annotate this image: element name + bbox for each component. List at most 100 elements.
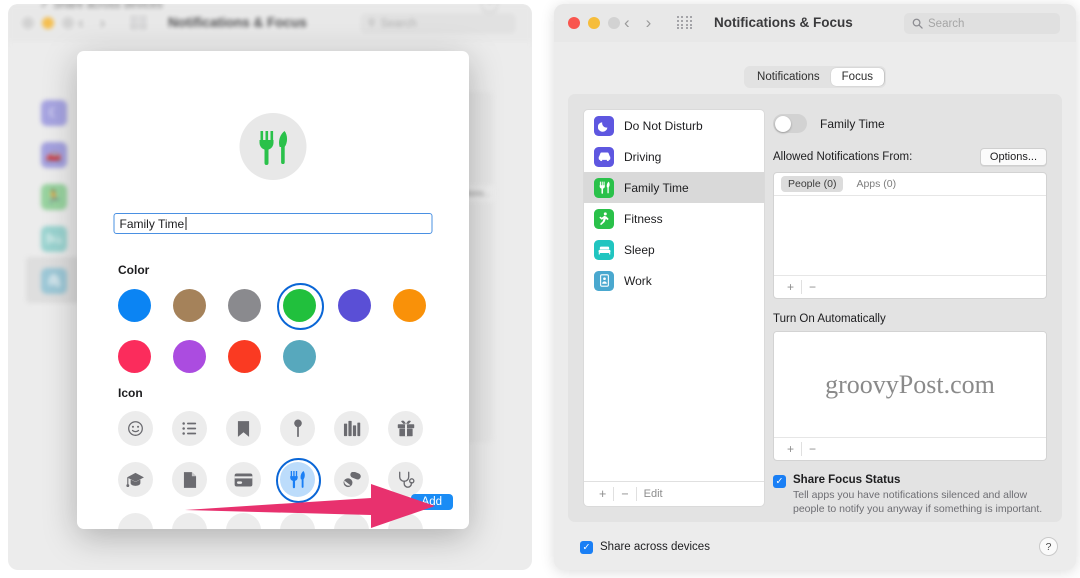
tab-focus[interactable]: Focus	[830, 68, 884, 86]
icon-grid-row-3	[118, 513, 423, 529]
share-focus-status-checkbox[interactable]: ✓	[773, 475, 786, 488]
focus-list-add-button[interactable]: +	[592, 487, 615, 501]
color-swatch-indigo[interactable]	[338, 289, 371, 322]
stethoscope-icon	[398, 471, 415, 488]
icon-option-pin[interactable]	[280, 411, 315, 446]
color-swatch-orange[interactable]	[393, 289, 426, 322]
focus-row-fitness[interactable]: Fitness	[584, 203, 764, 234]
allowed-tab-people[interactable]: People (0)	[781, 176, 844, 192]
moon-icon	[594, 115, 614, 136]
rail-item-fitness[interactable]: 🏃	[41, 184, 67, 210]
forward-icon[interactable]: ›	[646, 13, 652, 33]
icon-option-books[interactable]	[334, 411, 369, 446]
back-icon[interactable]: ‹	[624, 13, 630, 33]
focus-enable-toggle[interactable]	[773, 114, 807, 133]
auto-list-footer: + −	[774, 437, 1046, 460]
rail-item-do-not-disturb[interactable]: ☾	[41, 100, 67, 126]
segmented-tabs: Notifications Focus	[744, 66, 886, 88]
focus-detail-title: Family Time	[820, 116, 885, 131]
color-swatch-green[interactable]	[277, 283, 324, 330]
focus-row-family-time[interactable]: Family Time	[584, 172, 764, 203]
zoom-button[interactable]	[62, 17, 74, 29]
focus-row-label: Work	[624, 273, 652, 288]
close-button[interactable]	[22, 17, 34, 29]
icon-option-fork-knife[interactable]	[276, 458, 321, 503]
allowed-add-button[interactable]: +	[780, 280, 803, 294]
icon-option-document[interactable]	[172, 462, 207, 497]
color-swatch-brown[interactable]	[173, 289, 206, 322]
color-swatch-row-2	[118, 340, 316, 373]
forward-icon[interactable]: ›	[100, 13, 106, 33]
icon-option-graduation-cap[interactable]	[118, 462, 153, 497]
screenshot-stage: ‹ › Notifications & Focus ⚲ Search ☾ 🚗 🏃…	[0, 0, 1080, 578]
color-swatch-teal[interactable]	[283, 340, 316, 373]
icon-option-stethoscope[interactable]	[388, 462, 423, 497]
auto-add-button[interactable]: +	[780, 442, 803, 456]
color-swatch-purple[interactable]	[173, 340, 206, 373]
allowed-list-body[interactable]	[774, 196, 1046, 275]
rail-item-driving[interactable]: 🚗	[41, 142, 67, 168]
search-icon	[912, 18, 923, 29]
notifications-focus-window: ‹ › Notifications & Focus Search Notific…	[554, 4, 1076, 570]
share-across-devices-checkbox[interactable]: ✓	[580, 540, 593, 554]
icon-option-partial-2[interactable]	[172, 513, 207, 529]
color-swatch-pink[interactable]	[118, 340, 151, 373]
icon-option-bookmark[interactable]	[226, 411, 261, 446]
icon-option-smiley-face[interactable]	[118, 411, 153, 446]
minimize-button[interactable]	[42, 17, 54, 29]
id-card-icon	[594, 270, 614, 291]
left-search-field[interactable]: ⚲ Search	[360, 13, 516, 34]
icon-option-partial-4[interactable]	[280, 513, 315, 529]
focus-list-sidebar: Do Not Disturb Driving Family Time Fitne…	[583, 109, 765, 507]
focus-row-driving[interactable]: Driving	[584, 141, 764, 172]
focus-icon-preview	[239, 113, 307, 180]
allowed-list-footer: + −	[774, 275, 1046, 298]
color-swatch-gray[interactable]	[228, 289, 261, 322]
tab-notifications[interactable]: Notifications	[746, 68, 831, 86]
icon-option-partial-3[interactable]	[226, 513, 261, 529]
allowed-remove-button[interactable]: −	[802, 280, 823, 294]
fork-knife-icon	[594, 177, 614, 198]
left-focus-rail: ☾ 🚗 🏃 🛏 🖇	[34, 100, 74, 500]
focus-row-work[interactable]: Work	[584, 265, 764, 296]
rail-item-sleep[interactable]: 🛏	[41, 226, 67, 252]
right-search-field[interactable]: Search	[904, 13, 1060, 34]
focus-row-do-not-disturb[interactable]: Do Not Disturb	[584, 110, 764, 141]
right-window-traffic-lights	[568, 17, 620, 29]
icon-option-pills[interactable]	[334, 462, 369, 497]
zoom-button[interactable]	[608, 17, 620, 29]
icon-option-bullet-list[interactable]	[172, 411, 207, 446]
icon-option-credit-card[interactable]	[226, 462, 261, 497]
smiley-face-icon	[128, 421, 143, 436]
focus-list-remove-button[interactable]: −	[614, 487, 637, 501]
close-button[interactable]	[568, 17, 580, 29]
minimize-button[interactable]	[588, 17, 600, 29]
allowed-notifications-label: Allowed Notifications From:	[773, 151, 913, 163]
add-button[interactable]: Add	[410, 494, 453, 510]
show-all-grid-icon[interactable]	[677, 16, 693, 30]
color-swatch-red[interactable]	[228, 340, 261, 373]
text-caret	[185, 217, 187, 230]
icon-option-partial-6[interactable]	[388, 513, 423, 529]
window-footer: ✓ Share across devices ?	[580, 537, 1058, 556]
rail-item-work[interactable]: 🖇	[41, 268, 67, 294]
left-window-traffic-lights	[22, 17, 74, 29]
icon-option-partial-1[interactable]	[118, 513, 153, 529]
turn-on-automatically-label: Turn On Automatically	[773, 313, 886, 325]
background-preferences-window: ‹ › Notifications & Focus ⚲ Search ☾ 🚗 🏃…	[8, 4, 532, 570]
help-button[interactable]: ?	[1039, 537, 1058, 556]
back-icon[interactable]: ‹	[78, 13, 84, 33]
color-swatch-blue[interactable]	[118, 289, 151, 322]
icon-option-gift[interactable]	[388, 411, 423, 446]
show-all-grid-icon[interactable]	[131, 16, 147, 30]
allowed-tab-apps[interactable]: Apps (0)	[849, 176, 903, 192]
fork-knife-icon	[259, 130, 287, 165]
focus-list-edit-button[interactable]: Edit	[637, 487, 670, 501]
icon-option-partial-5[interactable]	[334, 513, 369, 529]
focus-name-input[interactable]: Family Time	[113, 213, 433, 234]
left-share-across-devices[interactable]: ✓ Share across devices	[40, 4, 163, 11]
options-button[interactable]: Options...	[979, 148, 1047, 166]
auto-list-body[interactable]: groovyPost.com	[774, 332, 1046, 437]
focus-row-sleep[interactable]: Sleep	[584, 234, 764, 265]
auto-remove-button[interactable]: −	[802, 442, 823, 456]
